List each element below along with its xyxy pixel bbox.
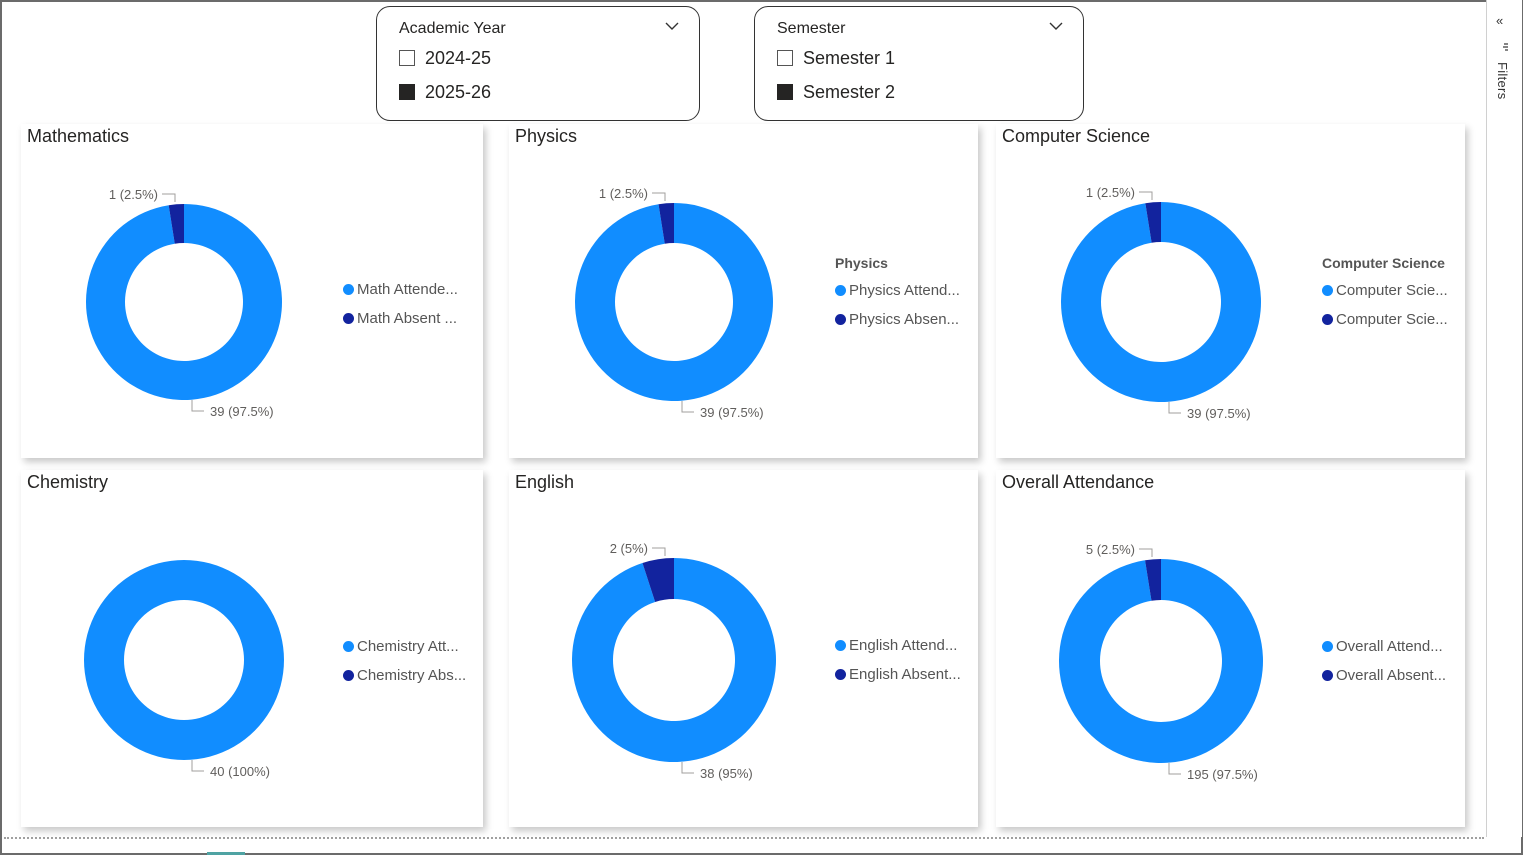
legend-label: English Attend... bbox=[849, 637, 958, 654]
slicer-option-semester-1[interactable]: Semester 1 bbox=[777, 46, 895, 70]
chart-legend[interactable]: English Attend... English Absent... bbox=[835, 631, 961, 689]
chart-legend[interactable]: Overall Attend... Overall Absent... bbox=[1322, 632, 1446, 690]
chevron-down-icon[interactable] bbox=[1049, 21, 1063, 31]
slicer-option-semester-2[interactable]: Semester 2 bbox=[777, 80, 895, 104]
legend-item-absent[interactable]: Overall Absent... bbox=[1322, 661, 1446, 690]
legend-item-absent[interactable]: Computer Scie... bbox=[1322, 305, 1448, 334]
window-border-top bbox=[0, 0, 1523, 2]
data-label-leader bbox=[191, 760, 204, 772]
data-label-attended: 39 (97.5%) bbox=[700, 405, 764, 420]
legend-item-absent[interactable]: Physics Absen... bbox=[835, 305, 960, 334]
legend-dot-icon bbox=[835, 640, 846, 651]
legend-label: Computer Scie... bbox=[1336, 282, 1448, 299]
checkbox[interactable] bbox=[777, 50, 793, 66]
legend-dot-icon bbox=[343, 641, 354, 652]
chevron-down-icon[interactable] bbox=[665, 21, 679, 31]
double-chevron-left-icon[interactable]: « bbox=[1496, 14, 1503, 28]
academic-year-slicer[interactable]: Academic Year 2024-25 2025-26 bbox=[376, 6, 700, 121]
legend-item-attended[interactable]: Physics Attend... bbox=[835, 276, 960, 305]
english-card[interactable]: English 2 (5%) 38 (95%) English Attend... En… bbox=[509, 470, 978, 827]
chart-legend[interactable]: Chemistry Att... Chemistry Abs... bbox=[343, 632, 466, 690]
legend-label: Overall Absent... bbox=[1336, 667, 1447, 684]
slicer-option-label: Semester 1 bbox=[803, 47, 896, 68]
data-label-leader bbox=[1139, 548, 1153, 557]
data-label-absent: 1 (2.5%) bbox=[599, 186, 648, 201]
legend-label: Physics Absen... bbox=[849, 311, 960, 328]
data-label-leader bbox=[1139, 191, 1153, 200]
checkbox[interactable] bbox=[399, 84, 415, 100]
data-label-attended: 39 (97.5%) bbox=[1187, 406, 1251, 421]
chemistry-card[interactable]: Chemistry 40 (100%) Chemistry Att... Chemis… bbox=[21, 470, 483, 827]
legend-dot-icon bbox=[1322, 285, 1333, 296]
legend-item-absent[interactable]: English Absent... bbox=[835, 660, 961, 689]
window-border-left bbox=[0, 0, 2, 855]
donut-slice-attended[interactable] bbox=[83, 560, 284, 760]
data-label-leader bbox=[681, 762, 694, 774]
legend-item-absent[interactable]: Chemistry Abs... bbox=[343, 661, 466, 690]
semester-slicer[interactable]: Semester Semester 1 Semester 2 bbox=[754, 6, 1084, 121]
legend-item-attended[interactable]: Overall Attend... bbox=[1322, 632, 1446, 661]
filter-icon[interactable] bbox=[1497, 42, 1509, 54]
data-label-leader bbox=[162, 193, 176, 202]
data-label-attended: 38 (95%) bbox=[700, 766, 753, 781]
checkbox[interactable] bbox=[777, 84, 793, 100]
legend-item-attended[interactable]: Chemistry Att... bbox=[343, 632, 466, 661]
legend-label: Chemistry Att... bbox=[357, 638, 459, 655]
legend-dot-icon bbox=[1322, 641, 1333, 652]
data-label-absent: 1 (2.5%) bbox=[1086, 185, 1135, 200]
data-label-leader bbox=[681, 401, 694, 413]
data-label-leader bbox=[191, 400, 204, 412]
checkbox[interactable] bbox=[399, 50, 415, 66]
data-label-attended: 40 (100%) bbox=[210, 764, 270, 779]
legend-item-attended[interactable]: Computer Scie... bbox=[1322, 276, 1448, 305]
legend-dot-icon bbox=[835, 285, 846, 296]
chart-legend[interactable]: Computer Science Computer Scie... Computer… bbox=[1322, 255, 1448, 334]
mathematics-card[interactable]: Mathematics 1 (2.5%) 39 (97.5%) Math Attend… bbox=[21, 124, 483, 458]
data-label-attended: 195 (97.5%) bbox=[1187, 767, 1258, 782]
physics-card[interactable]: Physics 1 (2.5%) 39 (97.5%) Physics Physics … bbox=[509, 124, 978, 458]
slicer-title: Academic Year bbox=[399, 20, 506, 37]
data-label-leader bbox=[1168, 763, 1181, 775]
legend-label: Math Absent ... bbox=[357, 310, 458, 327]
legend-title: Physics bbox=[835, 255, 888, 271]
computer-science-card[interactable]: Computer Science 1 (2.5%) 39 (97.5%) Comput… bbox=[996, 124, 1465, 458]
legend-label: Computer Scie... bbox=[1336, 311, 1448, 328]
legend-dot-icon bbox=[343, 284, 354, 295]
legend-label: Overall Attend... bbox=[1336, 638, 1443, 655]
filters-pane[interactable] bbox=[1486, 0, 1522, 837]
slicer-option-label: Semester 2 bbox=[803, 81, 896, 102]
chart-legend[interactable]: Physics Physics Attend... Physics Absen... bbox=[835, 255, 960, 334]
slicer-option-2025-26[interactable]: 2025-26 bbox=[399, 80, 491, 104]
slicer-title: Semester bbox=[777, 20, 846, 37]
data-label-absent: 5 (2.5%) bbox=[1086, 542, 1135, 557]
legend-item-absent[interactable]: Math Absent ... bbox=[343, 304, 458, 333]
legend-dot-icon bbox=[835, 314, 846, 325]
legend-label: Chemistry Abs... bbox=[357, 667, 467, 684]
legend-label: English Absent... bbox=[849, 666, 961, 683]
legend-dot-icon bbox=[343, 670, 354, 681]
legend-dot-icon bbox=[1322, 670, 1333, 681]
legend-dot-icon bbox=[835, 669, 846, 680]
data-label-leader bbox=[652, 547, 666, 556]
legend-dot-icon bbox=[1322, 314, 1333, 325]
slicer-option-label: 2025-26 bbox=[425, 81, 492, 102]
slicer-option-label: 2024-25 bbox=[425, 47, 492, 68]
chart-legend[interactable]: Math Attende... Math Absent ... bbox=[343, 275, 458, 333]
legend-label: Math Attende... bbox=[357, 281, 458, 298]
legend-label: Physics Attend... bbox=[849, 282, 960, 299]
slicer-option-2024-25[interactable]: 2024-25 bbox=[399, 46, 491, 70]
data-label-attended: 39 (97.5%) bbox=[210, 404, 274, 419]
overall-attendance-card[interactable]: Overall Attendance 5 (2.5%) 195 (97.5%) Ove… bbox=[996, 470, 1465, 827]
filters-pane-label[interactable]: Filters bbox=[1495, 62, 1510, 100]
data-label-absent: 1 (2.5%) bbox=[109, 187, 158, 202]
data-label-leader bbox=[652, 192, 666, 201]
legend-dot-icon bbox=[343, 313, 354, 324]
legend-item-attended[interactable]: English Attend... bbox=[835, 631, 961, 660]
page-boundary bbox=[4, 837, 1484, 839]
legend-item-attended[interactable]: Math Attende... bbox=[343, 275, 458, 304]
data-label-absent: 2 (5%) bbox=[610, 541, 648, 556]
data-label-leader bbox=[1168, 402, 1181, 414]
legend-title: Computer Science bbox=[1322, 255, 1445, 271]
